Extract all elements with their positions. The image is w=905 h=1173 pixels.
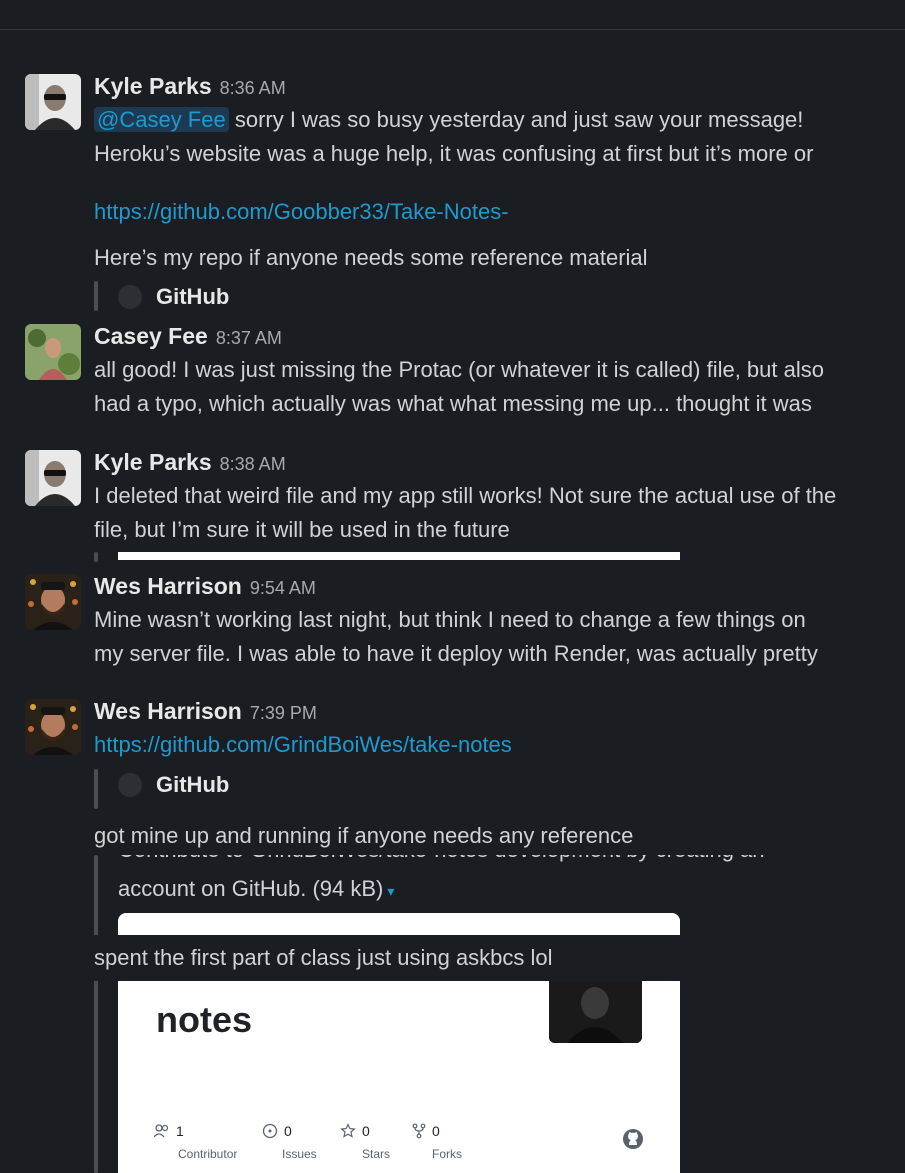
unfurl-card-top[interactable] [118,913,680,935]
avatar[interactable] [25,324,81,380]
link-line: https://github.com/Goobber33/Take-Notes- [94,195,894,229]
author-label[interactable]: Kyle Parks [94,73,212,99]
unfurl-header[interactable]: GitHub [118,770,229,800]
author-name[interactable]: Casey Fee 8:37 AM [94,323,282,350]
message-text: all good! I was just missing the Protac … [94,357,824,382]
card-title: GrindBoiWes/take [156,981,516,989]
issue-icon [262,1123,278,1139]
message-text: my server file. I was able to have it de… [94,641,818,666]
unfurl-bar [94,769,98,809]
stat-value: 0 [284,1123,292,1139]
avatar[interactable] [25,699,81,755]
message-body: @Casey Fee sorry I was so busy yesterday… [94,103,894,189]
stat-value: 0 [362,1123,370,1139]
message-text: Heroku’s website was a huge help, it was… [94,141,814,166]
avatar[interactable] [25,574,81,630]
message-kyle-838: Kyle Parks 8:38 AM I deleted that weird f… [0,438,905,562]
message-text: file, but I’m sure it will be used in th… [94,517,510,542]
timestamp[interactable]: 8:38 AM [220,454,286,474]
unfurl-description-cut: Contribute to GrindBoiWes/take-notes dev… [118,855,878,867]
star-icon [340,1123,356,1138]
message-casey-837: Casey Fee 8:37 AM all good! I was just mi… [0,312,905,438]
author-label[interactable]: Wes Harrison [94,573,242,599]
stat-issues: 0 Issues [262,1123,317,1161]
stat-value: 0 [432,1123,440,1139]
user-mention[interactable]: @Casey Fee [94,107,229,132]
github-icon [118,773,142,797]
unfurl-bar [94,855,98,1173]
author-name[interactable]: Kyle Parks 8:38 AM [94,449,286,476]
timestamp[interactable]: 9:54 AM [250,578,316,598]
stat-label: Contributor [178,1147,238,1161]
repo-link[interactable]: https://github.com/GrindBoiWes/take-note… [94,732,512,757]
unfurl-source[interactable]: GitHub [156,772,229,798]
avatar[interactable] [25,450,81,506]
message-body: Mine wasn’t working last night, but thin… [94,603,894,687]
author-name[interactable]: Kyle Parks 8:36 AM [94,73,286,100]
link-line: https://github.com/GrindBoiWes/take-note… [94,728,894,762]
message-text: got mine up and running if anyone needs … [94,823,634,848]
stat-label: Stars [362,1147,391,1161]
card-title-cut: GrindBoiWes/take [156,981,516,991]
repo-link[interactable]: https://github.com/Goobber33/Take-Notes- [94,199,509,224]
channel-header [0,0,905,30]
stat-value: 1 [176,1123,184,1139]
message-text: I deleted that weird file and my app sti… [94,483,837,508]
stat-label: Forks [432,1147,462,1161]
card-title: notes [156,999,253,1040]
message-kyle-836: Kyle Parks 8:36 AM @Casey Fee sorry I was… [0,62,905,312]
followup-message: spent the first part of class just using… [0,935,680,981]
message-text: had a typo, which actually was what what… [94,391,812,416]
message-wes-739: Wes Harrison 7:39 PM https://github.com/G… [0,687,905,1173]
stat-label: Issues [282,1147,317,1161]
stat-stars: 0 Stars [340,1123,390,1161]
avatar[interactable] [25,74,81,130]
author-label[interactable]: Casey Fee [94,323,208,349]
unfurl-description: account on GitHub. (94 kB) [118,876,384,901]
unfurl-bar [94,281,98,311]
unfurl-header[interactable]: GitHub [118,282,229,312]
unfurl-card-peek [118,552,680,560]
author-label[interactable]: Kyle Parks [94,449,212,475]
message-text: Mine wasn’t working last night, but thin… [94,607,806,632]
stat-forks: 0 Forks [412,1123,462,1161]
unfurl-description: Contribute to GrindBoiWes/take-notes dev… [118,855,878,867]
message-body: I deleted that weird file and my app sti… [94,479,894,547]
message-text: Here’s my repo if anyone needs some refe… [94,245,648,270]
message-text: sorry I was so busy yesterday and just s… [228,107,804,132]
author-name[interactable]: Wes Harrison 7:39 PM [94,698,317,725]
card-avatar [549,981,642,1043]
stat-contributors: 1 Contributor [154,1123,238,1161]
timestamp[interactable]: 7:39 PM [250,703,317,723]
message-body: all good! I was just missing the Protac … [94,353,894,438]
github-icon [118,285,142,309]
unfurl-source[interactable]: GitHub [156,284,229,310]
message-wes-954: Wes Harrison 9:54 AM Mine wasn’t working … [0,562,905,687]
message-text: spent the first part of class just using… [94,945,553,970]
unfurl-description-line: account on GitHub. (94 kB) ▾ [118,872,394,908]
unfurl-bar [94,552,98,562]
author-name[interactable]: Wes Harrison 9:54 AM [94,573,316,600]
timestamp[interactable]: 8:36 AM [220,78,286,98]
unfurl-card-image[interactable]: GrindBoiWes/take notes 1 Contributor 0 I… [118,981,680,1173]
author-label[interactable]: Wes Harrison [94,698,242,724]
caret-down-icon[interactable]: ▾ [387,883,394,899]
timestamp[interactable]: 8:37 AM [216,328,282,348]
github-logo-icon [622,1128,644,1155]
people-icon [154,1124,169,1138]
fork-icon [412,1123,426,1139]
